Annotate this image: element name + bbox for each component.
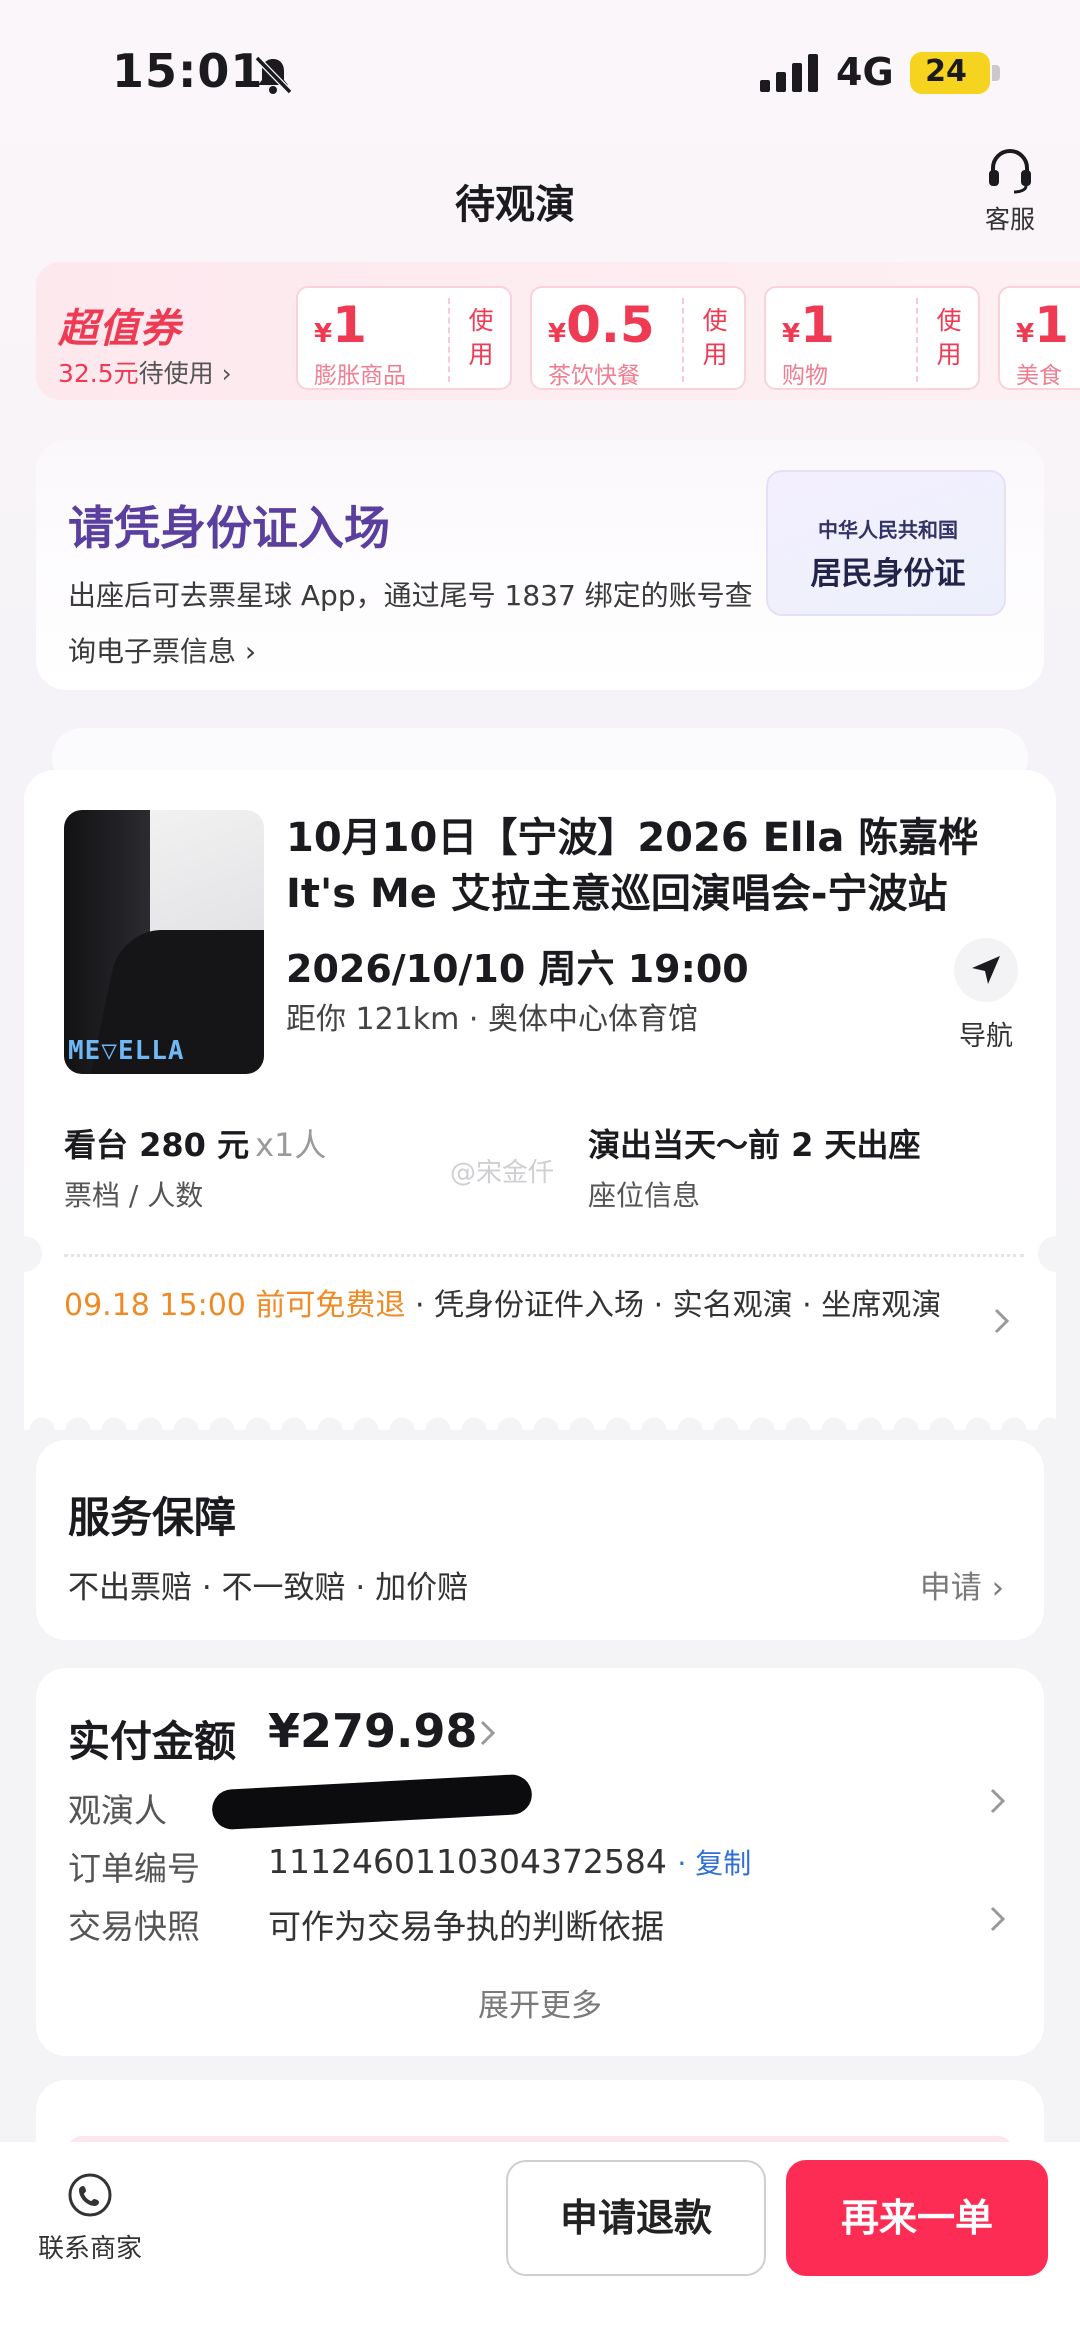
- navigate-button[interactable]: 导航: [944, 938, 1028, 1052]
- coupon-card[interactable]: ¥1 购物 使用: [764, 286, 980, 390]
- ticket-tier: 看台 280 元 x1人: [64, 1126, 327, 1164]
- coupon-amount: ¥1: [1016, 296, 1069, 354]
- coupon-card[interactable]: ¥0.5 茶饮快餐 使用: [530, 286, 746, 390]
- coupon-divider: [916, 298, 918, 382]
- coupon-pending-amount: 32.5元: [58, 359, 139, 388]
- ticket-tier-label: 票档 / 人数: [64, 1179, 204, 1212]
- event-venue: 距你 121km · 奥体中心体育馆: [286, 1002, 699, 1037]
- coupon-divider: [448, 298, 450, 382]
- order-number: 1112460110304372584 · 复制: [268, 1842, 752, 1881]
- coupon-desc: 茶饮快餐: [548, 363, 640, 389]
- guarantee-apply-link[interactable]: 申请 ›: [920, 1562, 1004, 1607]
- request-refund-button[interactable]: 申请退款: [506, 2160, 766, 2276]
- coupon-brand: 超值券: [58, 306, 181, 352]
- page-title: 待观演: [455, 182, 575, 228]
- reorder-button[interactable]: 再来一单: [786, 2160, 1048, 2276]
- nav-circle: [954, 938, 1018, 1002]
- event-datetime: 2026/10/10 周六 19:00: [286, 947, 749, 991]
- refund-policy[interactable]: 09.18 15:00 前可免费退 · 凭身份证件入场 · 实名观演 · 坐席观…: [64, 1286, 994, 1326]
- policy-details: · 凭身份证件入场 · 实名观演 · 坐席观演: [405, 1288, 942, 1323]
- chevron-right-icon[interactable]: [988, 1786, 1008, 1816]
- headset-icon: [989, 149, 1031, 194]
- seat-info-label: 座位信息: [588, 1179, 701, 1212]
- ticket-count: x1人: [255, 1126, 327, 1164]
- coupon-pending[interactable]: 32.5元待使用 ›: [58, 354, 232, 390]
- status-bar: 15:01 4G 24: [0, 0, 1080, 140]
- id-card-badge: 中华人民共和国 居民身份证: [766, 470, 1006, 616]
- coupon-card[interactable]: ¥1 美食: [998, 286, 1080, 390]
- battery-tip: [992, 65, 1000, 81]
- coupon-desc: 美食: [1016, 363, 1062, 389]
- coupon-use-button[interactable]: 使用: [700, 304, 730, 372]
- coupon-amount: ¥0.5: [548, 296, 655, 354]
- navigate-label: 导航: [959, 1021, 1013, 1052]
- watermark: @宋金仟: [450, 1158, 555, 1188]
- chevron-right-icon: [480, 1720, 496, 1746]
- id-entry-card: 请凭身份证入场 出座后可去票星球 App，通过尾号 1837 绑定的账号查询电子…: [36, 440, 1044, 690]
- battery-indicator: 24: [910, 52, 1000, 94]
- coupon-card[interactable]: ¥1 膨胀商品 使用: [296, 286, 512, 390]
- service-label: 客服: [984, 205, 1035, 234]
- coupon-desc: 膨胀商品: [314, 363, 406, 389]
- contact-merchant-label: 联系商家: [37, 2234, 142, 2264]
- chevron-right-icon: ›: [981, 1570, 1004, 1606]
- ticket-divider: [64, 1254, 1024, 1257]
- customer-service-button[interactable]: 客服: [970, 148, 1050, 238]
- coupon-divider: [682, 298, 684, 382]
- signal-icon: [760, 54, 818, 92]
- id-badge-title: 居民身份证: [810, 556, 966, 592]
- coupon-amount: ¥1: [782, 296, 835, 354]
- ticket-notch-left: [6, 1236, 42, 1272]
- network-type: 4G: [836, 50, 894, 94]
- chevron-right-icon: [990, 1906, 1006, 1932]
- payment-amount[interactable]: ¥279.98: [268, 1704, 478, 1758]
- id-entry-description[interactable]: 出座后可去票星球 App，通过尾号 1837 绑定的账号查询电子票信息 ›: [68, 568, 768, 680]
- guarantee-title: 服务保障: [68, 1493, 237, 1542]
- event-poster[interactable]: ME▽ELLA: [64, 810, 264, 1074]
- seat-info: 演出当天～前 2 天出座: [588, 1126, 921, 1164]
- bottom-action-bar: 联系商家 申请退款 再来一单: [0, 2142, 1080, 2341]
- bell-muted-icon: [254, 55, 293, 95]
- coupon-use-button[interactable]: 使用: [934, 304, 964, 372]
- refund-deadline: 09.18 15:00 前可免费退: [64, 1288, 406, 1323]
- phone-icon: [68, 2173, 112, 2217]
- snapshot-value[interactable]: 可作为交易争执的判断依据: [268, 1900, 664, 1948]
- ticket-scallop-edge: [24, 1400, 1056, 1430]
- chevron-right-icon: ›: [213, 359, 232, 388]
- snapshot-label: 交易快照: [68, 1907, 200, 1946]
- guarantee-items: 不出票赔 · 不一致赔 · 加价赔: [68, 1570, 469, 1606]
- service-guarantee-card: 服务保障 不出票赔 · 不一致赔 · 加价赔 申请 ›: [36, 1440, 1044, 1640]
- id-entry-title: 请凭身份证入场: [68, 501, 390, 555]
- contact-merchant-button[interactable]: 联系商家: [30, 2172, 150, 2265]
- ticket-card: ME▽ELLA 10月10日【宁波】2026 Ella 陈嘉桦 It's Me …: [6, 770, 1074, 1430]
- chevron-right-icon: [994, 1308, 1010, 1334]
- payment-title: 实付金额: [68, 1717, 237, 1766]
- coupon-amount: ¥1: [314, 296, 367, 354]
- poster-logo-text: ME▽ELLA: [68, 1036, 185, 1066]
- coupon-strip[interactable]: 超值券 32.5元待使用 › ¥1 膨胀商品 使用 ¥0.5 茶饮快餐 使用 ¥…: [36, 262, 1080, 400]
- coupon-desc: 购物: [782, 363, 828, 389]
- expand-more-button[interactable]: 展开更多: [36, 1980, 1044, 2025]
- ticket-notch-right: [1038, 1236, 1074, 1272]
- payment-card: 实付金额 ¥279.98 观演人 订单编号 111246011030437258…: [36, 1668, 1044, 2056]
- id-badge-country: 中华人民共和国: [818, 518, 958, 542]
- coupon-use-button[interactable]: 使用: [466, 304, 496, 372]
- order-number-label: 订单编号: [68, 1849, 200, 1888]
- coupon-pending-label: 待使用: [138, 359, 214, 388]
- battery-level: 24: [925, 54, 967, 89]
- chevron-right-icon: ›: [236, 635, 257, 668]
- event-title[interactable]: 10月10日【宁波】2026 Ella 陈嘉桦 It's Me 艾拉主意巡回演唱…: [286, 810, 1006, 922]
- copy-order-button[interactable]: · 复制: [677, 1847, 751, 1880]
- redacted-attendee-name: [211, 1773, 533, 1831]
- attendee-label: 观演人: [68, 1791, 167, 1830]
- navigation-arrow-icon: [972, 956, 1000, 984]
- status-time: 15:01: [112, 44, 264, 98]
